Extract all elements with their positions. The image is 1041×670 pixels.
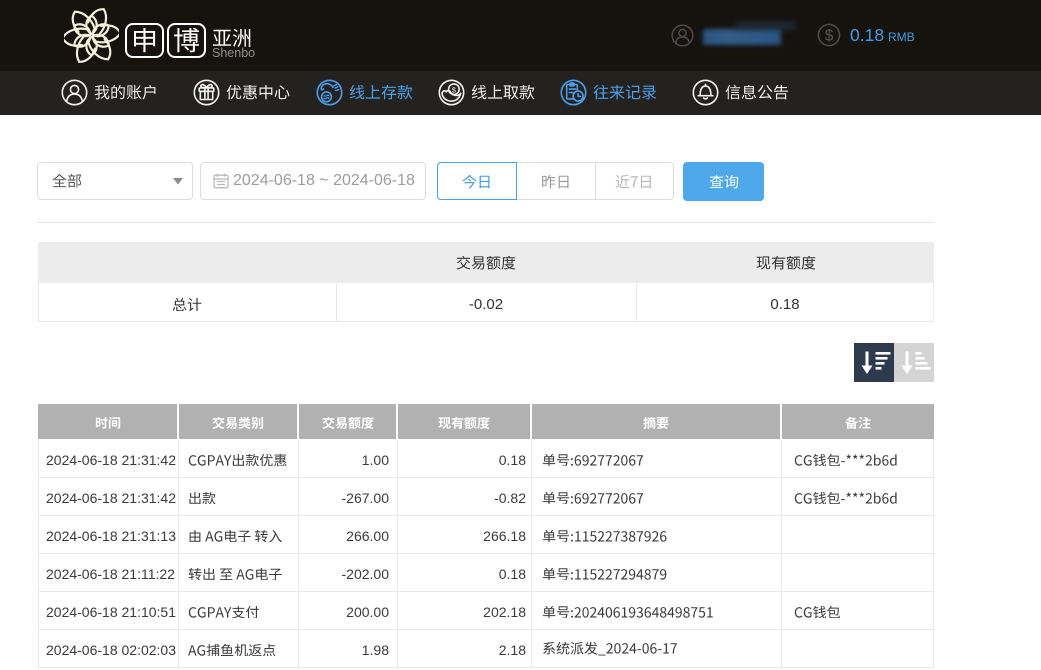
svg-text:$: $ [452, 85, 457, 94]
svg-text:$: $ [825, 28, 834, 45]
